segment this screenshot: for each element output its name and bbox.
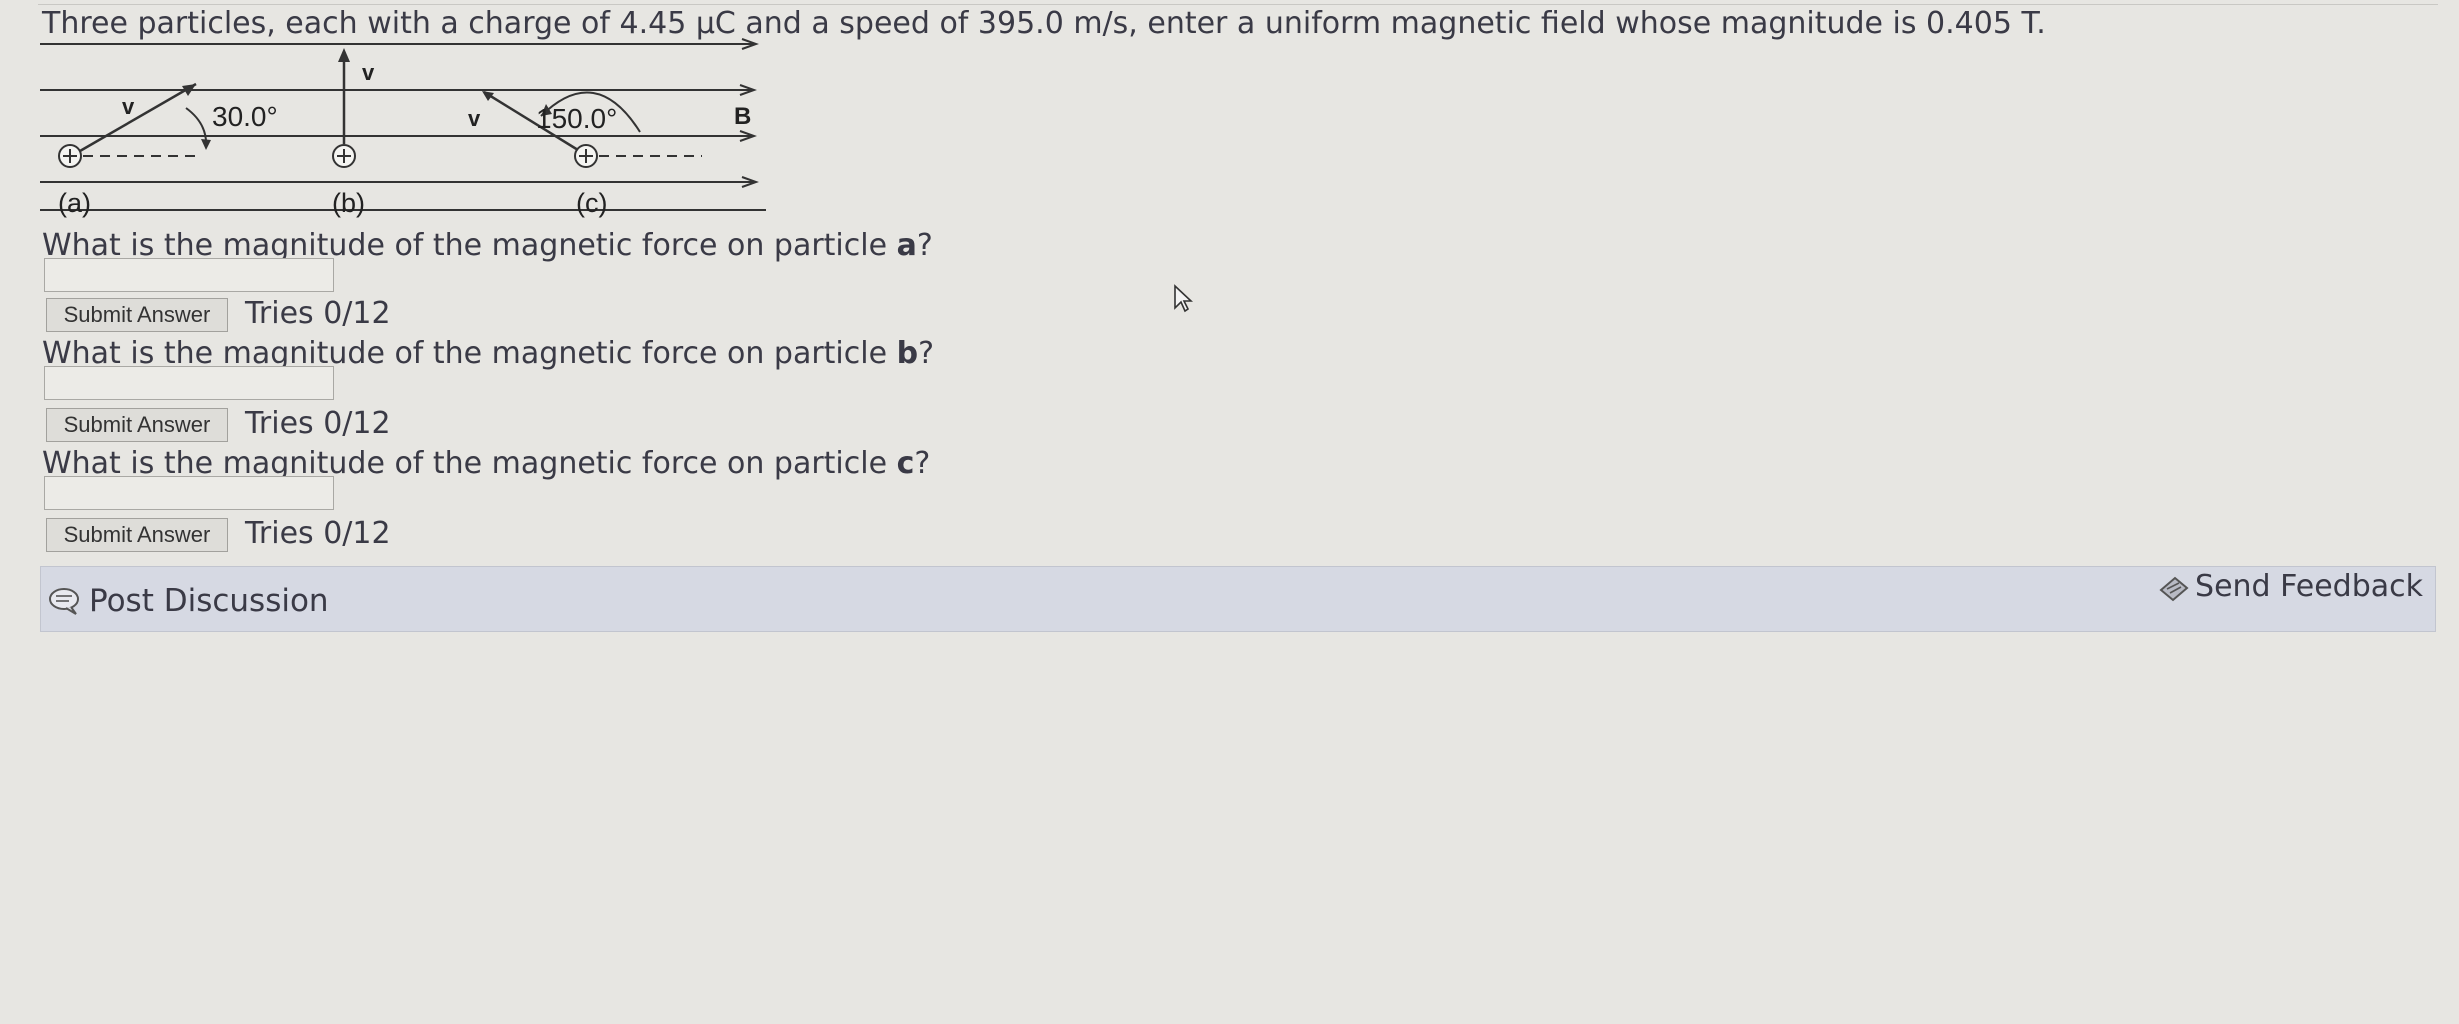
angle-label-a: 30.0° xyxy=(212,101,278,132)
answer-input-c[interactable] xyxy=(44,476,334,510)
particle-a-label: a xyxy=(896,228,917,263)
tries-counter-c: Tries 0/12 xyxy=(245,516,391,551)
discussion-bar: Post Discussion Send Feedback xyxy=(40,566,2436,632)
velocity-label-c: v xyxy=(468,106,481,131)
tries-counter-b: Tries 0/12 xyxy=(245,406,391,441)
velocity-label-a: v xyxy=(122,94,135,119)
answer-input-a[interactable] xyxy=(44,258,334,292)
post-discussion-label: Post Discussion xyxy=(89,583,329,619)
post-discussion-link[interactable]: Post Discussion xyxy=(47,583,329,619)
mouse-cursor-icon xyxy=(1174,284,1193,313)
field-label: B xyxy=(734,103,751,130)
submit-answer-a-button[interactable]: Submit Answer xyxy=(46,298,228,332)
particle-c-label: c xyxy=(896,446,915,481)
top-divider xyxy=(38,4,2438,5)
particle-a: v 30.0° xyxy=(58,82,278,168)
particle-diagram: v 30.0° v v 150.0° B (a) (b) (c) xyxy=(40,38,766,218)
tries-counter-a: Tries 0/12 xyxy=(245,296,391,331)
submit-answer-c-button[interactable]: Submit Answer xyxy=(46,518,228,552)
submit-answer-b-button[interactable]: Submit Answer xyxy=(46,408,228,442)
particle-b-label: b xyxy=(896,336,919,371)
angle-label-c: 150.0° xyxy=(536,103,617,134)
send-feedback-label: Send Feedback xyxy=(2195,569,2423,604)
label-b: (b) xyxy=(332,188,365,218)
feedback-icon xyxy=(2159,576,2189,601)
velocity-label-b: v xyxy=(362,60,375,85)
send-feedback-link[interactable]: Send Feedback xyxy=(2157,569,2423,604)
particle-b: v xyxy=(332,48,375,168)
speech-bubble-icon xyxy=(49,588,79,615)
particle-c: v 150.0° xyxy=(468,90,702,168)
label-c: (c) xyxy=(576,188,607,218)
label-a: (a) xyxy=(58,188,91,218)
answer-input-b[interactable] xyxy=(44,366,334,400)
